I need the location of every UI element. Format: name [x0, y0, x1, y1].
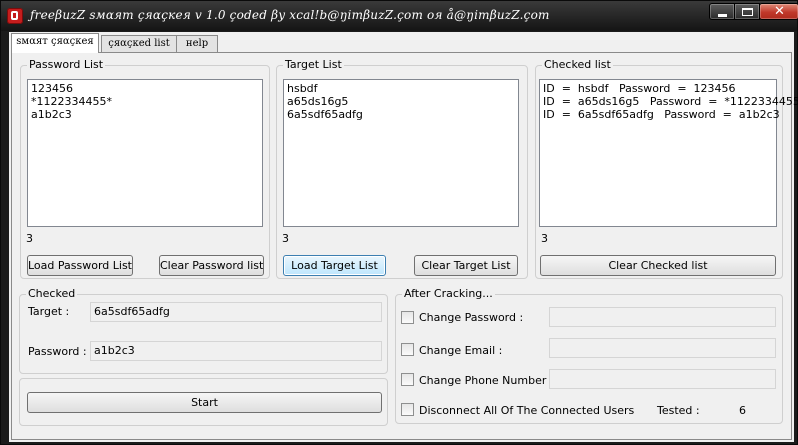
target-label: Target :	[28, 305, 70, 318]
change-email-field[interactable]	[549, 338, 776, 358]
clear-password-list-button[interactable]: Clear Password list	[159, 255, 264, 276]
load-password-list-button[interactable]: Load Password List	[27, 255, 133, 276]
window-title: ƒreeβuzZ sмαят çяαçкея v 1.0 çoded βy xc…	[30, 8, 550, 22]
clear-target-list-button[interactable]: Clear Target List	[414, 255, 518, 276]
checked-group: Checked Target : 6a5sdf65adfg Password :…	[19, 287, 388, 374]
tab-cracked-list[interactable]: çяαçкed liѕt	[101, 35, 177, 52]
client-area: sмαят çяαçкея çяαçкed liѕt нelp Password…	[9, 32, 798, 442]
list-item[interactable]: 123456	[31, 82, 259, 95]
tab-help[interactable]: нelp	[176, 35, 218, 52]
title-bar[interactable]: ƒreeβuzZ sмαят çяαçкея v 1.0 çoded βy xc…	[1, 1, 798, 31]
start-group: Start	[19, 378, 388, 426]
start-button[interactable]: Start	[27, 392, 382, 413]
change-phone-field[interactable]	[549, 369, 776, 389]
load-target-list-button[interactable]: Load Target List	[283, 255, 386, 276]
disconnect-users-checkbox[interactable]	[401, 403, 414, 416]
list-item[interactable]: a1b2c3	[31, 108, 259, 121]
password-list-title: Password List	[27, 58, 106, 71]
list-item[interactable]: *1122334455*	[31, 95, 259, 108]
tested-label: Tested :	[657, 404, 700, 417]
close-button[interactable]: ✕	[759, 3, 798, 20]
minimize-icon	[718, 14, 727, 17]
target-list-group: Target List hsbdf a65ds16g5 6a5sdf65adfg…	[276, 58, 528, 279]
clear-checked-list-button[interactable]: Clear Checked list	[540, 255, 776, 276]
change-password-label: Change Password :	[419, 311, 524, 324]
after-cracking-group: After Cracking... Change Password : Chan…	[395, 287, 783, 424]
maximize-icon	[742, 8, 753, 16]
after-cracking-title: After Cracking...	[402, 287, 495, 300]
close-icon: ✕	[774, 4, 785, 19]
list-item[interactable]: ID = 6a5sdf65adfg Password = a1b2c3	[543, 108, 780, 121]
minimize-button[interactable]	[709, 3, 735, 20]
disconnect-users-label: Disconnect All Of The Connected Users	[419, 404, 635, 417]
change-password-field[interactable]	[549, 307, 776, 327]
checked-target-field[interactable]: 6a5sdf65adfg	[90, 302, 382, 322]
change-email-label: Change Email :	[419, 344, 503, 357]
tested-value: 6	[739, 404, 746, 417]
target-count: 3	[282, 232, 289, 245]
change-email-checkbox[interactable]	[401, 343, 414, 356]
list-item[interactable]: a65ds16g5	[287, 95, 515, 108]
app-window: ƒreeβuzZ sмαят çяαçкея v 1.0 çoded βy xc…	[0, 0, 798, 445]
password-label: Password :	[28, 345, 87, 358]
password-count: 3	[26, 232, 33, 245]
password-list-group: Password List 123456 *1122334455* a1b2c3…	[20, 58, 270, 279]
checked-password-field[interactable]: a1b2c3	[90, 341, 382, 361]
checked-list-group: Checked list ID = hsbdf Password = 12345…	[535, 58, 798, 279]
checked-listbox[interactable]: ID = hsbdf Password = 123456 ID = a65ds1…	[539, 79, 798, 227]
maximize-button[interactable]	[734, 3, 760, 20]
change-password-checkbox[interactable]	[401, 311, 414, 324]
list-item[interactable]: ID = hsbdf Password = 123456	[543, 82, 773, 95]
checked-list-title: Checked list	[542, 58, 613, 71]
target-list-title: Target List	[283, 58, 344, 71]
change-phone-label: Change Phone Number :	[419, 374, 554, 387]
list-item[interactable]: 6a5sdf65adfg	[287, 108, 515, 121]
list-item[interactable]: ID = a65ds16g5 Password = *1122334455*	[543, 95, 798, 108]
tab-page-smart-cracker: Password List 123456 *1122334455* a1b2c3…	[11, 52, 798, 440]
target-listbox[interactable]: hsbdf a65ds16g5 6a5sdf65adfg	[283, 79, 519, 227]
tab-smart-cracker[interactable]: sмαят çяαçкея	[11, 33, 99, 53]
change-phone-checkbox[interactable]	[401, 373, 414, 386]
password-listbox[interactable]: 123456 *1122334455* a1b2c3	[27, 79, 263, 227]
list-item[interactable]: hsbdf	[287, 82, 515, 95]
checked-count: 3	[541, 232, 548, 245]
checked-title: Checked	[26, 287, 78, 300]
app-icon[interactable]	[7, 8, 23, 24]
